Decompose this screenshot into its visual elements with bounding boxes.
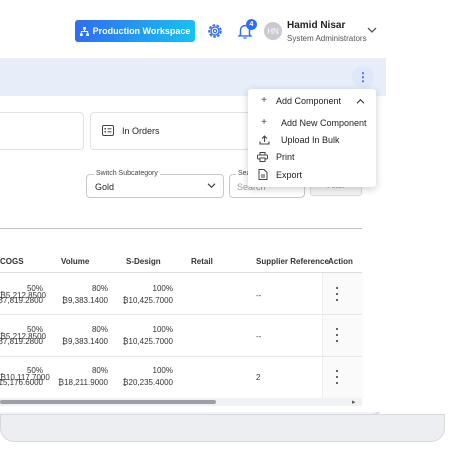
workspace-label: Production Workspace <box>92 26 191 36</box>
cell-volume-pct: 50% <box>26 366 43 375</box>
table-row <box>0 315 362 356</box>
laptop-base <box>0 414 445 442</box>
cell-sdesign-amt: ₿9,383.1400 <box>62 296 108 305</box>
cell-retail-amt: ₿10,425.7000 <box>122 337 173 346</box>
cell-retail-pct: 100% <box>152 325 173 334</box>
cell-supplier-reference: 2 <box>256 373 261 382</box>
menu-item-label: Upload In Bulk <box>281 135 340 145</box>
col-header-action: Action <box>328 257 353 266</box>
table-row <box>0 273 362 314</box>
cell-volume-amt: ₿7,819.2800 <box>0 296 43 305</box>
upload-icon <box>259 135 270 145</box>
user-name: Hamid Nisar <box>287 20 346 31</box>
menu-item-upload-in-bulk[interactable]: Upload In Bulk <box>248 132 376 149</box>
menu-item-label: Add New Component <box>281 118 367 128</box>
menu-title: Add Component <box>276 96 342 106</box>
section-divider <box>0 228 362 229</box>
menu-header-add-component[interactable]: + Add Component <box>248 93 376 110</box>
cell-retail-pct: 100% <box>152 284 173 293</box>
col-header-volume[interactable]: Volume <box>61 257 89 266</box>
cell-supplier-reference: -- <box>256 332 262 341</box>
subcategory-label: Switch Subcategory <box>94 170 160 177</box>
menu-item-add-new-component[interactable]: + Add New Component <box>248 115 376 132</box>
user-role: System Administrators <box>287 34 367 43</box>
col-header-retail[interactable]: Retail <box>191 257 213 266</box>
menu-item-print[interactable]: Print <box>248 149 376 166</box>
add-component-menu: + Add Component + Add New Component Uplo… <box>248 89 376 187</box>
row-action-menu-icon[interactable] <box>334 328 340 342</box>
row-action-menu-icon[interactable] <box>334 287 340 301</box>
summary-card-orders <box>90 112 250 150</box>
cell-volume-pct: 50% <box>26 325 43 334</box>
printer-icon <box>257 152 268 162</box>
scroll-right-icon[interactable]: ▸ <box>352 398 356 406</box>
more-vertical-icon: ⋮ <box>357 70 369 84</box>
cell-sdesign-amt: ₿9,383.1400 <box>62 337 108 346</box>
table-row <box>0 357 362 398</box>
export-file-icon <box>258 169 268 180</box>
plus-icon: + <box>261 95 267 106</box>
summary-card-left <box>0 112 84 150</box>
chevron-down-icon <box>207 183 216 189</box>
avatar[interactable]: HN <box>264 22 282 40</box>
more-options-button[interactable]: ⋮ <box>352 66 374 88</box>
notification-badge: 4 <box>246 19 257 30</box>
cell-volume-amt: ₿7,819.2800 <box>0 337 43 346</box>
cell-sdesign-pct: 80% <box>91 284 108 293</box>
cell-supplier-reference: -- <box>256 291 262 300</box>
cell-sdesign-amt: ₿18,211.9000 <box>58 378 108 387</box>
cell-sdesign-pct: 80% <box>91 325 108 334</box>
list-card-icon <box>102 125 114 136</box>
gear-icon[interactable] <box>206 22 224 40</box>
col-header-s-design[interactable]: S-Design <box>126 257 161 266</box>
menu-item-export[interactable]: Export <box>248 167 376 184</box>
orders-card-label: In Orders <box>122 126 160 136</box>
row-action-menu-icon[interactable] <box>334 370 340 384</box>
col-header-cogs[interactable]: COGS <box>0 257 24 266</box>
col-header-supplier-reference[interactable]: Supplier Reference <box>256 257 329 266</box>
plus-icon: + <box>261 117 267 128</box>
menu-item-label: Print <box>276 152 295 162</box>
cell-volume-pct: 50% <box>26 284 43 293</box>
cell-volume-amt: ₿15,176.6000 <box>0 378 43 387</box>
cell-retail-amt: ₿20,235.4000 <box>122 378 173 387</box>
menu-item-label: Export <box>276 170 303 180</box>
workspace-button[interactable]: Production Workspace <box>75 20 195 42</box>
cell-retail-amt: ₿10,425.7000 <box>122 296 173 305</box>
chevron-down-icon[interactable] <box>367 26 377 34</box>
app-screen: Production Workspace 4 HN Hamid Nisar Sy… <box>0 0 386 412</box>
sitemap-icon <box>79 26 89 36</box>
chevron-up-icon <box>356 98 365 104</box>
scrollbar-thumb[interactable] <box>0 400 216 404</box>
subcategory-value: Gold <box>95 182 115 192</box>
cell-sdesign-pct: 80% <box>91 366 108 375</box>
cell-retail-pct: 100% <box>152 366 173 375</box>
